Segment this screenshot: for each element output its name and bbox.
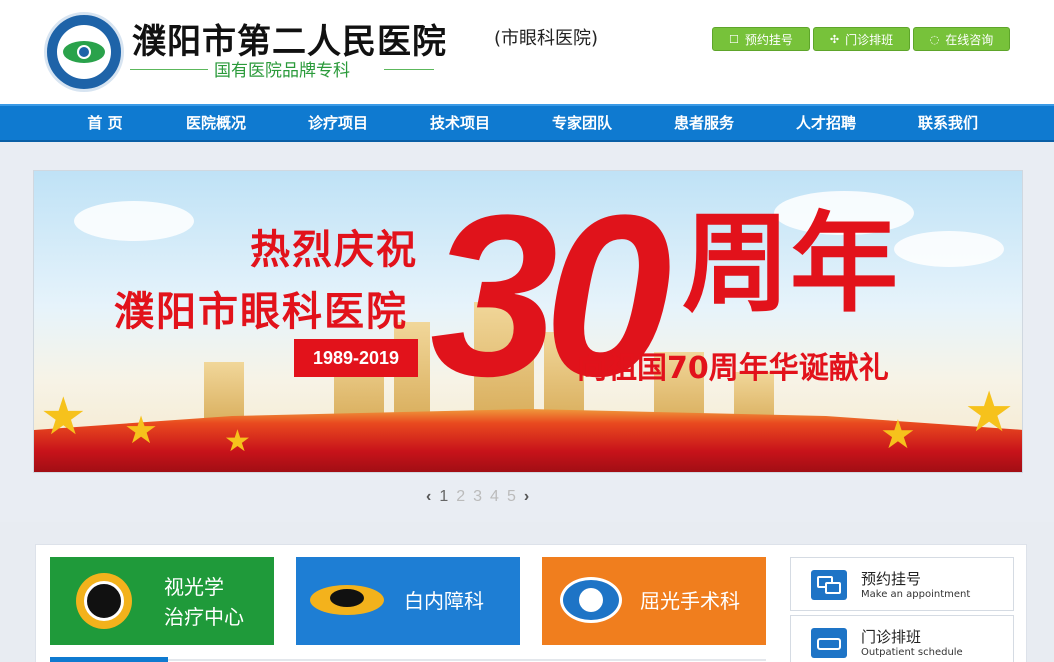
star-icon: ★: [224, 424, 251, 459]
banner-anniversary-text: 周年: [682, 202, 899, 327]
pager-dot[interactable]: 5: [507, 488, 516, 506]
side-schedule-subtitle: Outpatient schedule: [861, 647, 963, 658]
nav-item-technology[interactable]: 技术项目: [405, 106, 515, 140]
side-schedule-title: 门诊排班: [861, 628, 922, 646]
chat-bubble-icon: [811, 570, 847, 600]
lens-icon: [310, 585, 384, 615]
banner-hospital-text: 濮阳市眼科医院: [114, 289, 408, 335]
star-icon: ★: [964, 380, 1015, 445]
pager-dot[interactable]: 4: [490, 488, 499, 506]
hospital-alias: (市眼科医院): [494, 28, 599, 49]
schedule-button[interactable]: ✣ 门诊排班: [813, 27, 910, 51]
eye-icon: [76, 573, 132, 629]
slogan-divider-right: [384, 69, 434, 70]
pager-dot[interactable]: 3: [473, 488, 482, 506]
banner-area: ★ ★ ★ ★ ★ 热烈庆祝 濮阳市眼科医院 1989-2019 30 周年 向…: [0, 142, 1054, 522]
hospital-slogan: 国有医院品牌专科: [214, 61, 350, 81]
tile-cataract-label: 白内障科: [404, 589, 484, 613]
star-icon: ★: [124, 408, 159, 452]
star-icon: ★: [40, 387, 87, 447]
tile-optometry-label-1: 视光学: [164, 575, 224, 599]
section-tab-rule: [168, 659, 766, 661]
pager-dot[interactable]: 1: [439, 488, 448, 506]
banner-celebrate-text: 热烈庆祝: [250, 227, 418, 273]
appointment-button-label: 预约挂号: [744, 32, 793, 47]
nav-item-careers[interactable]: 人才招聘: [771, 106, 881, 140]
side-appointment-title: 预约挂号: [861, 570, 922, 588]
schedule-button-label: 门诊排班: [845, 32, 894, 47]
nav-item-about[interactable]: 医院概况: [161, 106, 271, 140]
sparkle-icon: ✣: [829, 32, 840, 46]
side-appointment-subtitle: Make an appointment: [861, 589, 971, 600]
department-section: 视光学 治疗中心 白内障科 屈光手术科 预约挂号 Make an appoint…: [35, 544, 1027, 662]
chevron-right-icon[interactable]: ›: [524, 488, 529, 506]
eye-icon: [560, 577, 622, 623]
side-appointment-button[interactable]: 预约挂号 Make an appointment: [790, 557, 1014, 611]
nav-item-treatment[interactable]: 诊疗项目: [283, 106, 393, 140]
logo-inner-circle: [57, 25, 111, 79]
nav-item-patient-service[interactable]: 患者服务: [649, 106, 759, 140]
logo-eye-icon: [63, 41, 105, 63]
section-tab-indicator[interactable]: [50, 657, 168, 662]
nav-item-experts[interactable]: 专家团队: [527, 106, 637, 140]
logo-pupil: [77, 45, 91, 59]
banner-tribute-text: 向祖国70周年华诞献礼: [577, 351, 889, 386]
sofa-icon: [811, 628, 847, 658]
tile-optometry-label-2: 治疗中心: [164, 605, 244, 629]
side-schedule-button[interactable]: 门诊排班 Outpatient schedule: [790, 615, 1014, 662]
tile-refractive-label: 屈光手术科: [640, 589, 740, 613]
slogan-divider-left: [130, 69, 208, 70]
pager-dot[interactable]: 2: [456, 488, 465, 506]
main-nav: 首 页 医院概况 诊疗项目 技术项目 专家团队 患者服务 人才招聘 联系我们: [0, 104, 1054, 142]
anniversary-banner[interactable]: ★ ★ ★ ★ ★ 热烈庆祝 濮阳市眼科医院 1989-2019 30 周年 向…: [33, 170, 1023, 473]
hospital-logo[interactable]: [44, 12, 124, 92]
tile-refractive-surgery[interactable]: 屈光手术科: [542, 557, 766, 645]
tile-optometry[interactable]: 视光学 治疗中心: [50, 557, 274, 645]
nav-item-home[interactable]: 首 页: [50, 106, 160, 140]
cloud-decoration: [74, 201, 194, 241]
consult-button-label: 在线咨询: [945, 32, 994, 47]
appointment-button[interactable]: ☐ 预约挂号: [712, 27, 810, 51]
star-icon: ★: [880, 412, 916, 458]
consult-button[interactable]: ◌ 在线咨询: [913, 27, 1010, 51]
cloud-decoration: [894, 231, 1004, 267]
chevron-left-icon[interactable]: ‹: [426, 488, 431, 506]
tile-cataract[interactable]: 白内障科: [296, 557, 520, 645]
banner-pager: ‹ 1 2 3 4 5 ›: [426, 488, 529, 506]
nav-item-contact[interactable]: 联系我们: [893, 106, 1003, 140]
site-header: 濮阳市第二人民医院 (市眼科医院) 国有医院品牌专科 ☐ 预约挂号 ✣ 门诊排班…: [0, 0, 1054, 104]
banner-years-badge: 1989-2019: [294, 339, 418, 377]
square-icon: ☐: [729, 32, 739, 46]
chat-icon: ◌: [929, 32, 940, 46]
